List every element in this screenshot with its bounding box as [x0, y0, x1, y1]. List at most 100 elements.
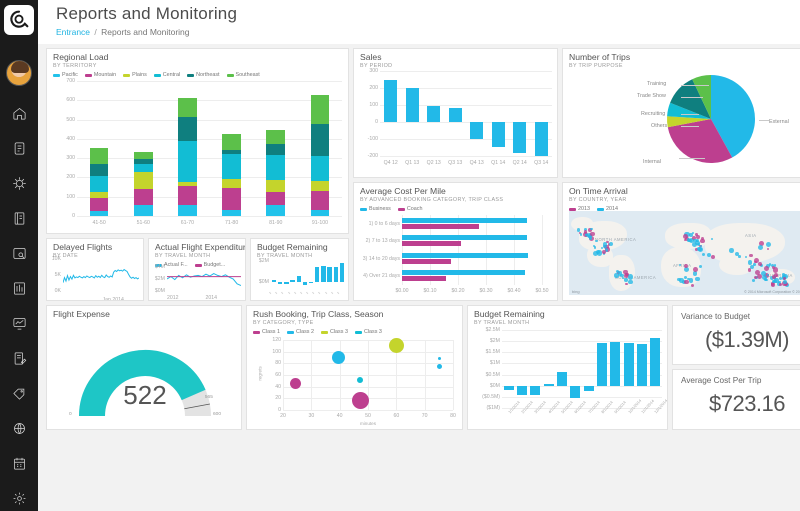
bar[interactable] [278, 281, 283, 284]
bar-segment[interactable] [310, 180, 330, 191]
sidebar-item-edit-report[interactable] [8, 347, 30, 369]
bar[interactable] [402, 241, 461, 247]
bar-segment[interactable] [310, 190, 330, 210]
bar[interactable] [597, 342, 607, 386]
bar[interactable] [290, 280, 295, 282]
bar-segment[interactable] [178, 116, 197, 141]
bar[interactable] [302, 281, 308, 286]
bar-segment[interactable] [222, 134, 241, 150]
bar-segment[interactable] [222, 153, 241, 180]
bar[interactable] [650, 337, 661, 386]
tile-sales[interactable]: Sales BY PERIOD 300 200 100 0 -100 -200 Q4 12 Q… [353, 48, 558, 178]
map-data-point[interactable] [773, 267, 779, 273]
bar[interactable] [583, 385, 594, 391]
map-data-point[interactable] [686, 238, 691, 242]
bar[interactable] [402, 258, 452, 264]
map-data-point[interactable] [757, 244, 763, 250]
sidebar-item-global[interactable] [8, 417, 30, 439]
scatter-point[interactable] [436, 364, 442, 370]
bar[interactable] [405, 88, 419, 122]
bar[interactable] [321, 266, 326, 282]
map-data-point[interactable] [698, 264, 703, 269]
bar-segment[interactable] [89, 211, 109, 216]
map-data-point[interactable] [693, 267, 698, 272]
map-data-point[interactable] [762, 274, 768, 280]
scatter-point[interactable] [289, 378, 301, 390]
bar[interactable] [402, 252, 529, 258]
bar-segment[interactable] [178, 186, 197, 206]
bar-segment[interactable] [310, 124, 330, 157]
bar-segment[interactable] [266, 192, 286, 206]
bar[interactable] [402, 223, 480, 229]
bar-segment[interactable] [310, 95, 330, 125]
tile-delayed-flights[interactable]: Delayed Flights BY DATE 10K 5K 0K Jan 2014 [46, 238, 144, 301]
bar-segment[interactable] [89, 163, 109, 176]
bar-segment[interactable] [310, 209, 330, 216]
bar[interactable] [517, 385, 527, 396]
map-data-point[interactable] [768, 263, 772, 266]
bar-segment[interactable] [222, 149, 241, 154]
map-data-point[interactable] [747, 260, 753, 265]
map-data-point[interactable] [754, 270, 760, 276]
bar[interactable] [470, 122, 484, 139]
map-data-point[interactable] [583, 229, 588, 234]
map-data-point[interactable] [752, 278, 755, 282]
tile-actual-flight-expenditures[interactable]: Actual Flight Expenditures, Bu... BY TRA… [148, 238, 246, 301]
sidebar-item-tags[interactable] [8, 382, 30, 404]
sidebar-item-home[interactable] [8, 102, 30, 124]
bar[interactable] [402, 276, 447, 282]
map-data-point[interactable] [747, 268, 751, 272]
map-data-point[interactable] [710, 254, 715, 260]
map-data-point[interactable] [692, 238, 697, 243]
tile-on-time-arrival[interactable]: On Time Arrival BY COUNTRY, YEAR 2013 201… [562, 182, 800, 301]
bar[interactable] [427, 105, 441, 122]
tile-regional-load[interactable]: Regional Load BY TERRITORY Pacific Mounta… [46, 48, 349, 234]
bar-segment[interactable] [133, 205, 153, 216]
bar[interactable] [637, 343, 647, 386]
bar[interactable] [543, 384, 554, 386]
map-data-point[interactable] [763, 265, 770, 271]
bar-segment[interactable] [89, 147, 109, 164]
tile-average-cost-per-trip[interactable]: Average Cost Per Trip $723.16 [672, 369, 800, 430]
bar-segment[interactable] [133, 159, 153, 165]
bar[interactable] [534, 122, 548, 156]
bar[interactable] [333, 266, 338, 282]
bar-segment[interactable] [178, 97, 197, 117]
map-data-point[interactable] [621, 277, 624, 280]
sidebar-item-settings[interactable] [8, 487, 30, 509]
map-data-point[interactable] [593, 246, 597, 249]
bar[interactable] [491, 122, 505, 148]
sidebar-item-search-board[interactable] [8, 242, 30, 264]
map-data-point[interactable] [753, 275, 757, 279]
map-data-point[interactable] [700, 238, 705, 244]
tile-variance-to-budget[interactable]: Variance to Budget ($1.39M) [672, 305, 800, 365]
map-data-point[interactable] [695, 276, 700, 282]
tile-budget-remaining[interactable]: Budget Remaining BY TRAVEL MONTH $2.5M $2… [467, 305, 668, 430]
map-data-point[interactable] [774, 278, 779, 283]
avatar[interactable] [6, 60, 32, 86]
tile-flight-expense[interactable]: Flight Expense 0 600 565 522 [46, 305, 242, 430]
tile-budget-remaining-small[interactable]: Budget Remaining BY TRAVEL MONTH $2M $0M x… [250, 238, 349, 301]
sidebar-item-analytics[interactable] [8, 172, 30, 194]
bar-segment[interactable] [178, 205, 197, 216]
map-data-point[interactable] [737, 254, 741, 258]
bar-segment[interactable] [178, 141, 197, 182]
bar[interactable] [570, 385, 581, 398]
map-data-point[interactable] [701, 252, 706, 257]
sidebar-item-catalog[interactable] [8, 207, 30, 229]
tile-average-cost-per-mile[interactable]: Average Cost Per Mile BY ADVANCED BOOKIN… [353, 182, 558, 301]
scatter-point[interactable] [356, 377, 363, 384]
sidebar-item-calendar[interactable] [8, 452, 30, 474]
bar-segment[interactable] [133, 188, 153, 206]
bar-segment[interactable] [222, 209, 241, 216]
bar-segment[interactable] [178, 181, 197, 187]
sidebar-item-metrics[interactable] [8, 277, 30, 299]
tile-rush-booking[interactable]: Rush Booking, Trip Class, Season BY CATE… [246, 305, 463, 430]
bar-segment[interactable] [89, 175, 109, 192]
bar[interactable] [402, 270, 525, 276]
bar[interactable] [315, 266, 320, 282]
map-data-point[interactable] [590, 227, 593, 230]
bar[interactable] [448, 108, 462, 122]
scatter-point[interactable] [331, 351, 345, 364]
sidebar-item-reports[interactable] [8, 137, 30, 159]
